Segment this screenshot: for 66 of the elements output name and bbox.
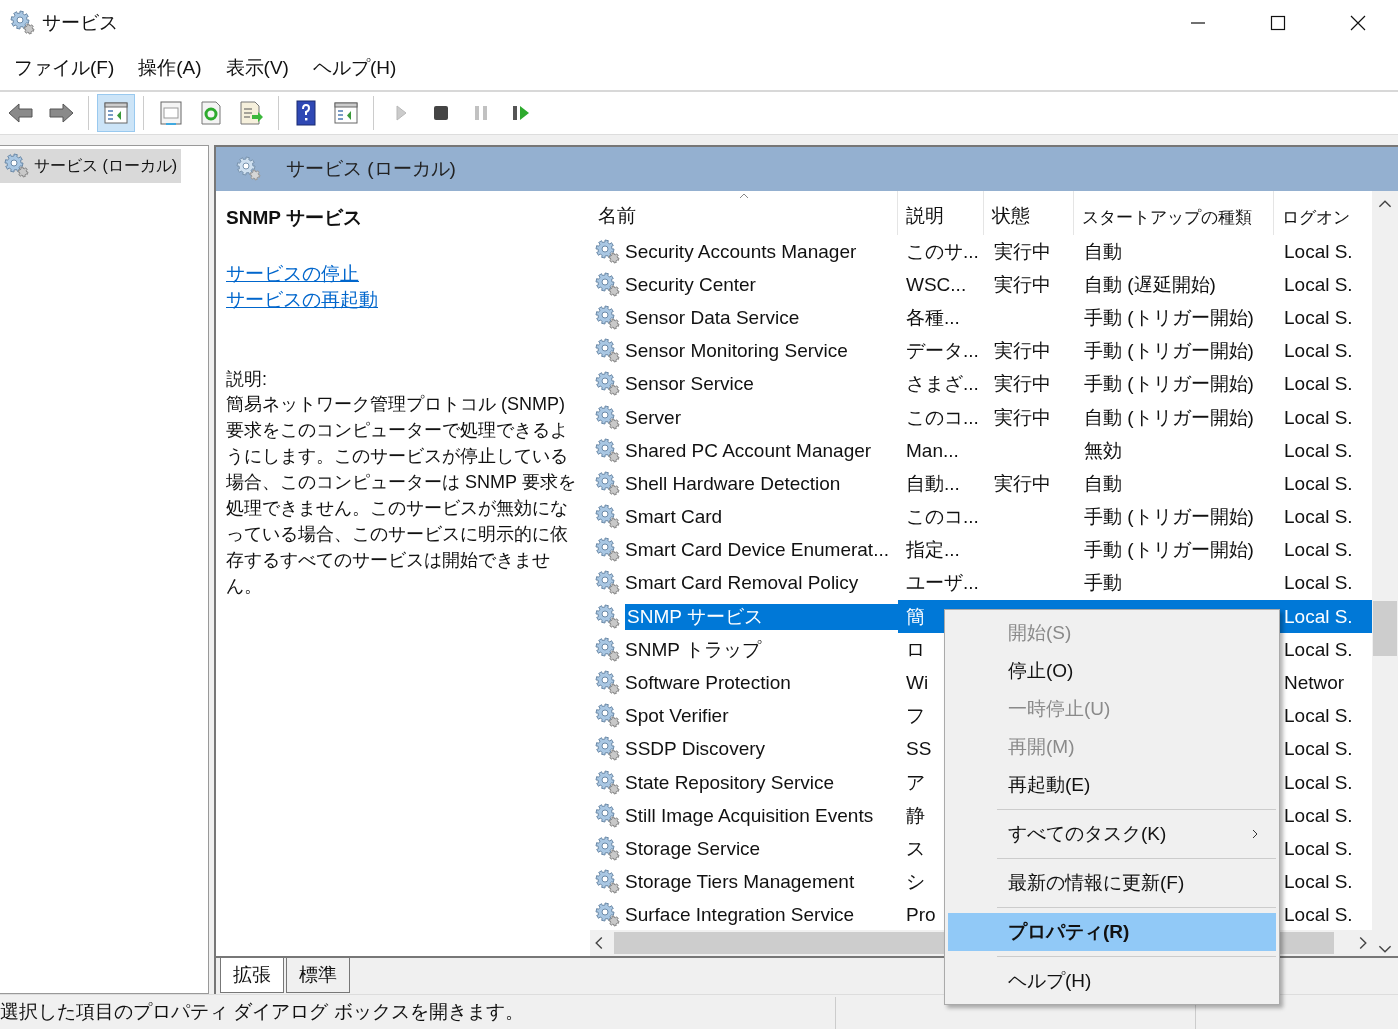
table-cell: 自動 (トリガー開始) bbox=[1084, 406, 1254, 428]
table-cell: Local S. bbox=[1284, 804, 1353, 826]
table-cell: フ bbox=[906, 705, 925, 727]
table-cell: Local S. bbox=[1284, 240, 1353, 262]
table-cell: Networ bbox=[1284, 672, 1345, 694]
table-cell: Local S. bbox=[1284, 738, 1353, 760]
table-cell: Local S. bbox=[1284, 605, 1353, 628]
table-cell: このサ... bbox=[906, 240, 979, 262]
table-cell: Local S. bbox=[1284, 506, 1353, 528]
description-label: 説明: bbox=[226, 368, 268, 391]
table-cell: 手動 (トリガー開始) bbox=[1084, 373, 1254, 395]
table-cell: Local S. bbox=[1284, 539, 1353, 561]
table-cell: ス bbox=[906, 837, 925, 859]
table-cell: ア bbox=[906, 771, 925, 793]
table-cell: 静 bbox=[906, 804, 925, 826]
table-cell: シ bbox=[906, 871, 925, 893]
table-cell: WSC... bbox=[906, 273, 967, 295]
table-cell: データ... bbox=[906, 340, 979, 362]
table-cell: 手動 (トリガー開始) bbox=[1084, 340, 1254, 362]
table-cell: Local S. bbox=[1284, 638, 1353, 660]
table-cell: 自動 (遅延開始) bbox=[1084, 273, 1216, 295]
table-cell: 手動 (トリガー開始) bbox=[1084, 539, 1254, 561]
table-cell: 自動 bbox=[1084, 240, 1122, 262]
tree-label: サービス (ローカル) bbox=[34, 155, 178, 176]
table-cell: 実行中 bbox=[994, 406, 1051, 428]
table-cell: Local S. bbox=[1284, 373, 1353, 395]
table-cell: 自動... bbox=[906, 472, 960, 494]
table-cell: さまざ... bbox=[906, 373, 979, 395]
table-cell: Local S. bbox=[1284, 837, 1353, 859]
table-cell-text: 簡 bbox=[906, 604, 925, 629]
table-cell: Wi bbox=[906, 672, 929, 694]
table-cell: 各種... bbox=[906, 306, 960, 328]
status-text: 選択した項目のプロパティ ダイアログ ボックスを開きます。 bbox=[0, 1000, 524, 1024]
table-cell: 自動 bbox=[1084, 472, 1122, 494]
table-cell: 無効 bbox=[1084, 439, 1122, 461]
table-cell: Local S. bbox=[1284, 406, 1353, 428]
table-cell: Local S. bbox=[1284, 904, 1353, 926]
table-cell: Local S. bbox=[1284, 472, 1353, 494]
table-cell: Local S. bbox=[1284, 871, 1353, 893]
table-cell: Man... bbox=[906, 439, 959, 461]
table-cell: 実行中 bbox=[994, 340, 1051, 362]
pane-title: サービス (ローカル) bbox=[286, 157, 456, 181]
table-cell: Local S. bbox=[1284, 705, 1353, 727]
service-name: SNMP サービス bbox=[226, 206, 363, 230]
table-cell: 実行中 bbox=[994, 273, 1051, 295]
table-cell: ロ bbox=[906, 638, 925, 660]
table-cell: 実行中 bbox=[994, 373, 1051, 395]
description-text: 簡易ネットワーク管理プロトコル (SNMP) 要求をこのコンピューターで処理できるようにします。このサービスが停止している場合、このコンピューターは SNMP 要求を処理できません。このサービスが無効になっている場合、このサービスに明示的に依存するすべてのサービスは開始できません。 bbox=[226, 393, 576, 598]
table-cell: SS bbox=[906, 738, 932, 760]
table-cell: Pro bbox=[906, 904, 936, 926]
table-cell: 手動 (トリガー開始) bbox=[1084, 306, 1254, 328]
table-cell: Local S. bbox=[1284, 439, 1353, 461]
table-cell: 指定... bbox=[906, 539, 960, 561]
table-cell: Local S. bbox=[1284, 771, 1353, 793]
table-cell: 実行中 bbox=[994, 472, 1051, 494]
table-cell: Local S. bbox=[1284, 572, 1353, 594]
table-cell: Local S. bbox=[1284, 340, 1353, 362]
table-cell: Local S. bbox=[1284, 306, 1353, 328]
table-cell: このコ... bbox=[906, 506, 979, 528]
table-cell: 手動 bbox=[1084, 572, 1122, 594]
table-cell: ユーザ... bbox=[906, 572, 979, 594]
table-cell: 手動 (トリガー開始) bbox=[1084, 506, 1254, 528]
table-cell: このコ... bbox=[906, 406, 979, 428]
window-title: サービス bbox=[42, 11, 118, 35]
table-cell: 実行中 bbox=[994, 240, 1051, 262]
table-cell: Local S. bbox=[1284, 273, 1353, 295]
